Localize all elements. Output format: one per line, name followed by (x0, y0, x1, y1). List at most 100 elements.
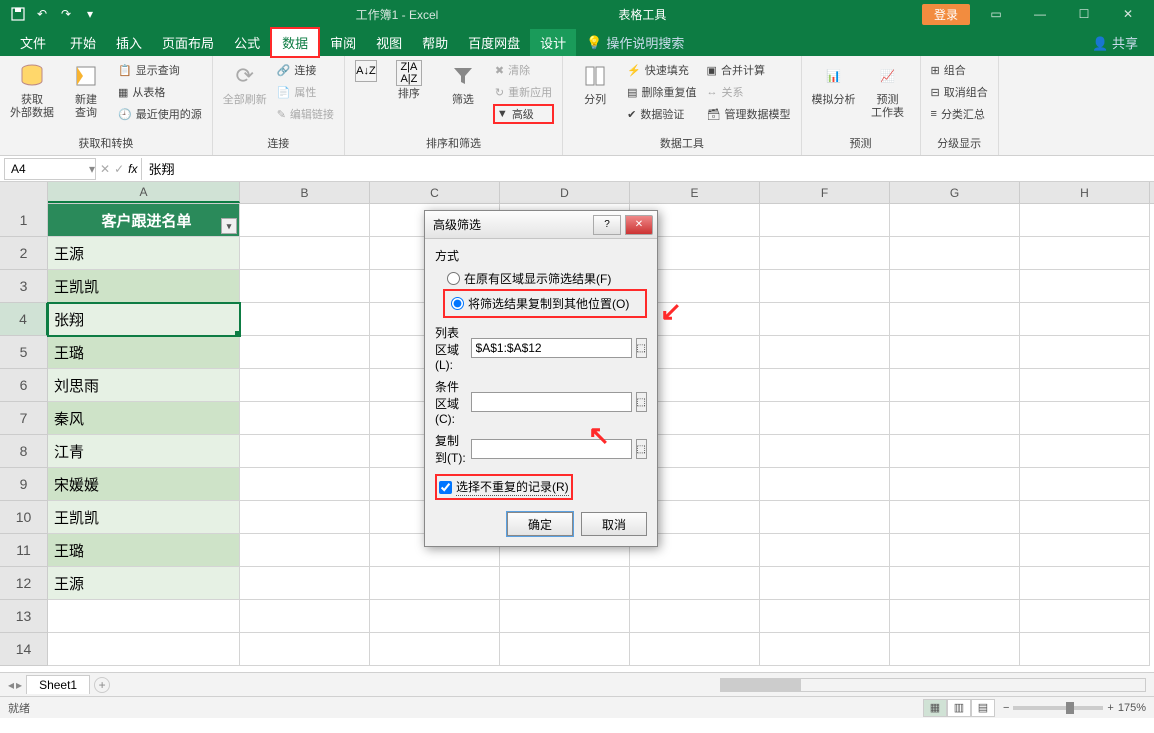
cell[interactable] (240, 567, 370, 600)
cell[interactable] (890, 567, 1020, 600)
row-header[interactable]: 1 (0, 204, 48, 237)
get-external-data-button[interactable]: 获取外部数据 (8, 60, 56, 120)
dialog-help-icon[interactable]: ? (593, 215, 621, 235)
cell[interactable]: 王源 (48, 567, 240, 600)
cell[interactable] (890, 633, 1020, 666)
cell[interactable] (760, 336, 890, 369)
advanced-filter-button[interactable]: ▼高级 (493, 104, 554, 124)
unique-records-checkbox[interactable]: 选择不重复的记录(R) (439, 478, 569, 496)
row-header[interactable]: 10 (0, 501, 48, 534)
row-header[interactable]: 4 (0, 303, 48, 336)
cell[interactable] (1020, 369, 1150, 402)
column-header[interactable]: A (48, 182, 240, 203)
cell[interactable] (48, 600, 240, 633)
cell[interactable] (370, 600, 500, 633)
fx-icon[interactable]: fx (128, 162, 137, 176)
cell[interactable]: 张翔 (48, 303, 240, 336)
row-header[interactable]: 7 (0, 402, 48, 435)
cell[interactable]: 王凯凯 (48, 501, 240, 534)
cell[interactable]: 王璐 (48, 534, 240, 567)
cell[interactable] (760, 468, 890, 501)
cell[interactable] (1020, 237, 1150, 270)
cell[interactable] (240, 600, 370, 633)
cell[interactable] (1020, 534, 1150, 567)
cell[interactable] (240, 402, 370, 435)
copyto-picker-icon[interactable]: ⬚ (636, 439, 647, 459)
radio-inplace[interactable]: 在原有区域显示筛选结果(F) (435, 268, 647, 289)
cell[interactable] (760, 402, 890, 435)
cell[interactable] (500, 633, 630, 666)
tab-search[interactable]: 💡操作说明搜索 (576, 29, 694, 56)
connections-button[interactable]: 🔗连接 (275, 60, 336, 80)
cell[interactable]: 王源 (48, 237, 240, 270)
cell[interactable] (240, 468, 370, 501)
column-header[interactable]: H (1020, 182, 1150, 203)
cell[interactable] (890, 369, 1020, 402)
row-header[interactable]: 13 (0, 600, 48, 633)
tab-layout[interactable]: 页面布局 (152, 29, 224, 56)
ribbon-options-icon[interactable]: ▭ (978, 2, 1014, 26)
page-layout-icon[interactable]: ▥ (947, 699, 971, 717)
cell[interactable] (630, 633, 760, 666)
row-header[interactable]: 11 (0, 534, 48, 567)
flash-fill-button[interactable]: ⚡快速填充 (625, 60, 698, 80)
cell[interactable] (240, 270, 370, 303)
row-header[interactable]: 14 (0, 633, 48, 666)
dialog-close-icon[interactable]: ✕ (625, 215, 653, 235)
cell[interactable] (240, 369, 370, 402)
row-header[interactable]: 8 (0, 435, 48, 468)
cell[interactable] (240, 435, 370, 468)
tab-formulas[interactable]: 公式 (224, 29, 270, 56)
subtotal-button[interactable]: ≡分类汇总 (929, 104, 990, 124)
redo-icon[interactable]: ↷ (56, 4, 76, 24)
name-box[interactable]: A4▾ (4, 158, 96, 180)
cell[interactable] (760, 567, 890, 600)
cell[interactable]: 江青 (48, 435, 240, 468)
normal-view-icon[interactable]: ▦ (923, 699, 947, 717)
zoom-in-icon[interactable]: + (1107, 702, 1113, 714)
sort-az-button[interactable]: A↓Z (353, 60, 379, 82)
group-button[interactable]: ⊞组合 (929, 60, 990, 80)
forecast-sheet-button[interactable]: 📈预测工作表 (864, 60, 912, 120)
cell[interactable]: 王凯凯 (48, 270, 240, 303)
zoom-slider[interactable] (1013, 706, 1103, 710)
cell[interactable] (1020, 204, 1150, 237)
column-header[interactable]: F (760, 182, 890, 203)
cell[interactable] (630, 600, 760, 633)
cell[interactable] (500, 600, 630, 633)
cell[interactable]: 王璐 (48, 336, 240, 369)
cell[interactable]: 宋媛媛 (48, 468, 240, 501)
cell[interactable] (1020, 468, 1150, 501)
minimize-icon[interactable]: ― (1022, 2, 1058, 26)
undo-icon[interactable]: ↶ (32, 4, 52, 24)
tab-home[interactable]: 开始 (60, 29, 106, 56)
manage-model-button[interactable]: 🗃管理数据模型 (705, 104, 793, 124)
cell[interactable] (890, 204, 1020, 237)
cell[interactable] (370, 633, 500, 666)
tab-design[interactable]: 设计 (530, 29, 576, 56)
column-header[interactable]: D (500, 182, 630, 203)
cell[interactable] (240, 534, 370, 567)
cell[interactable] (240, 336, 370, 369)
login-button[interactable]: 登录 (922, 4, 970, 25)
save-icon[interactable] (8, 4, 28, 24)
cell[interactable] (890, 600, 1020, 633)
cell[interactable] (1020, 633, 1150, 666)
new-query-button[interactable]: 新建查询 (62, 60, 110, 120)
cell[interactable] (240, 633, 370, 666)
tab-insert[interactable]: 插入 (106, 29, 152, 56)
recent-sources-button[interactable]: 🕘最近使用的源 (116, 104, 204, 124)
cell[interactable] (1020, 336, 1150, 369)
cell[interactable] (1020, 270, 1150, 303)
cell[interactable] (760, 369, 890, 402)
radio-copy[interactable]: 将筛选结果复制到其他位置(O) (447, 293, 643, 314)
copyto-input[interactable] (471, 439, 632, 459)
cell[interactable] (760, 501, 890, 534)
cell[interactable] (890, 501, 1020, 534)
row-header[interactable]: 2 (0, 237, 48, 270)
sheet-prev-icon[interactable]: ◂ (8, 678, 14, 692)
column-header[interactable]: B (240, 182, 370, 203)
ungroup-button[interactable]: ⊟取消组合 (929, 82, 990, 102)
tab-baidu[interactable]: 百度网盘 (458, 29, 530, 56)
row-header[interactable]: 5 (0, 336, 48, 369)
